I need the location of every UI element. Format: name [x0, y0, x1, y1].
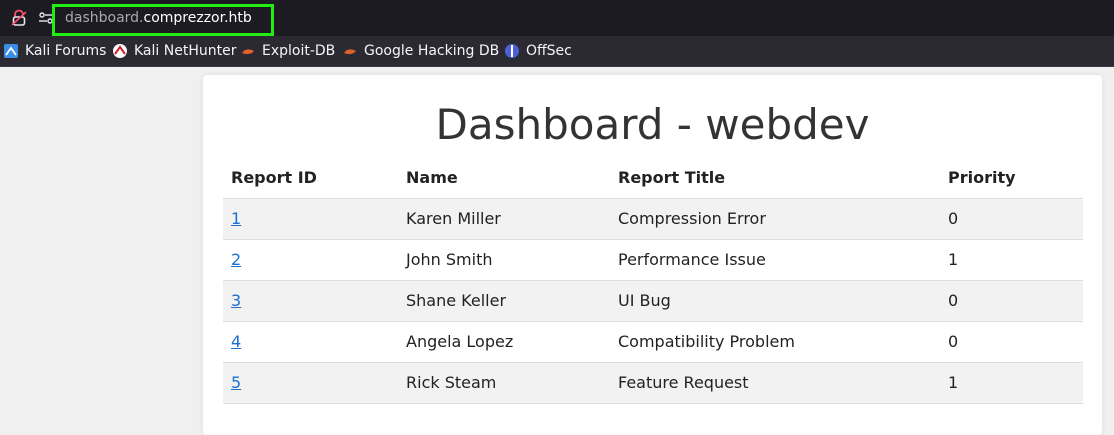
dashboard-card: Dashboard - webdev Report ID Name Report…: [203, 75, 1102, 435]
report-id-cell: 5: [223, 362, 398, 404]
bookmark-label: OffSec: [526, 43, 572, 59]
table-row: 3 Shane Keller UI Bug 0: [223, 280, 1083, 322]
column-header-report-title: Report Title: [610, 157, 940, 199]
table-row: 5 Rick Steam Feature Request 1: [223, 362, 1083, 404]
table-row: 1 Karen Miller Compression Error 0: [223, 198, 1083, 240]
report-id-cell: 2: [223, 239, 398, 281]
priority-cell: 0: [940, 321, 1083, 363]
bookmark-google-hacking-db[interactable]: Google Hacking DB: [342, 42, 499, 60]
report-id-cell: 4: [223, 321, 398, 363]
column-header-report-id: Report ID: [223, 157, 398, 199]
report-title-cell: UI Bug: [610, 280, 940, 322]
bookmark-label: Exploit-DB: [262, 43, 336, 59]
name-cell: Rick Steam: [398, 362, 610, 404]
bookmark-label: Kali NetHunter: [134, 43, 237, 59]
url-bar-row: dashboard.comprezzor.htb: [0, 0, 1114, 36]
name-cell: Shane Keller: [398, 280, 610, 322]
bookmark-kali-forums[interactable]: Kali Forums: [3, 42, 106, 60]
bookmark-kali-nethunter[interactable]: Kali NetHunter: [112, 42, 236, 60]
column-header-priority: Priority: [940, 157, 1083, 199]
report-title-cell: Feature Request: [610, 362, 940, 404]
priority-cell: 0: [940, 280, 1083, 322]
priority-cell: 1: [940, 239, 1083, 281]
report-id-link[interactable]: 5: [231, 373, 241, 392]
page-title: Dashboard - webdev: [435, 100, 870, 149]
bookmark-exploit-db[interactable]: Exploit-DB: [240, 42, 335, 60]
reports-table: Report ID Name Report Title Priority 1 K…: [223, 157, 1083, 404]
name-cell: Karen Miller: [398, 198, 610, 240]
bookmark-label: Kali Forums: [25, 43, 107, 59]
offsec-icon: [505, 44, 519, 58]
bookmark-label: Google Hacking DB: [364, 43, 500, 59]
table-row: 2 John Smith Performance Issue 1: [223, 239, 1083, 281]
report-title-cell: Compression Error: [610, 198, 940, 240]
url-subdomain: dashboard.: [65, 10, 144, 26]
name-cell: Angela Lopez: [398, 321, 610, 363]
table-header-row: Report ID Name Report Title Priority: [223, 157, 1083, 199]
table-row: 4 Angela Lopez Compatibility Problem 0: [223, 321, 1083, 363]
priority-cell: 0: [940, 198, 1083, 240]
url-domain: comprezzor.htb: [143, 10, 252, 26]
url-input[interactable]: dashboard.comprezzor.htb: [65, 9, 252, 27]
report-title-cell: Compatibility Problem: [610, 321, 940, 363]
google-hacking-db-icon: [344, 49, 356, 55]
report-id-link[interactable]: 1: [231, 209, 241, 228]
bookmarks-toolbar: Kali Forums Kali NetHunter Exploit-DB Go…: [0, 36, 1114, 67]
bookmark-offsec[interactable]: OffSec: [504, 42, 572, 60]
kali-forums-icon: [4, 44, 18, 58]
report-id-link[interactable]: 2: [231, 250, 241, 269]
name-cell: John Smith: [398, 239, 610, 281]
lock-insecure-icon[interactable]: [10, 9, 28, 27]
page-content: Dashboard - webdev Report ID Name Report…: [0, 67, 1114, 435]
exploit-db-icon: [242, 49, 254, 55]
priority-cell: 1: [940, 362, 1083, 404]
report-id-cell: 3: [223, 280, 398, 322]
column-header-name: Name: [398, 157, 610, 199]
kali-nethunter-icon: [113, 44, 127, 58]
report-id-link[interactable]: 3: [231, 291, 241, 310]
report-title-cell: Performance Issue: [610, 239, 940, 281]
report-id-cell: 1: [223, 198, 398, 240]
report-id-link[interactable]: 4: [231, 332, 241, 351]
